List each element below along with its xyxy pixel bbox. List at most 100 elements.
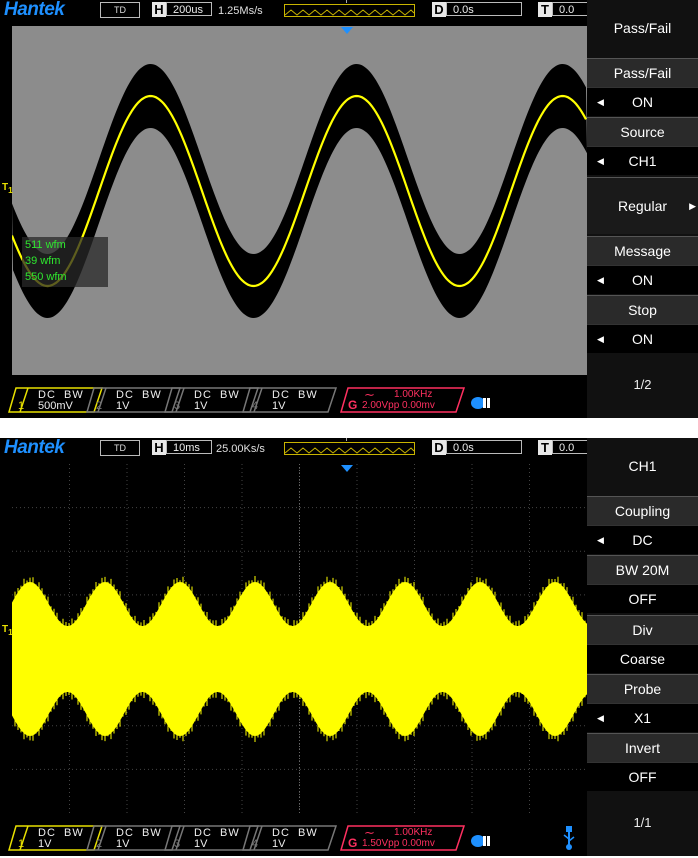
bw-text: BW — [64, 827, 84, 839]
waveform-display — [12, 464, 587, 813]
channel-4-indicator[interactable]: 4 DC BW 1V — [242, 387, 338, 413]
right-arrow-icon: ▶ — [689, 201, 696, 211]
generator-frequency: 1.00KHz — [394, 827, 433, 838]
generator-frequency: 1.00KHz — [394, 389, 433, 400]
channel-number: 3 — [174, 400, 181, 412]
menu-item-stop-value[interactable]: ◀ ON — [587, 324, 698, 353]
channel-4-indicator[interactable]: 4 DC BW 1V — [242, 825, 338, 851]
channel-1-marker[interactable]: T1 — [2, 624, 13, 637]
channel-marker-sub: 1 — [8, 627, 13, 637]
menu-item-regular[interactable]: Regular ▶ — [587, 177, 698, 234]
status-bar: Hantek TD H 200us 1.25Ms/s T D 0.0s T 0.… — [0, 0, 592, 20]
trigger-level-value[interactable]: 0.0 — [552, 2, 592, 16]
menu-value-text: OFF — [628, 769, 657, 785]
counter-pass: 511 wfm — [25, 239, 66, 251]
trigger-level-value[interactable]: 0.0 — [552, 440, 592, 454]
channel-bar: 1 DC BW 500mV 2 DC BW 1V 3 DC BW 1V 4 DC BW 1V G ∼ 1.0… — [0, 383, 587, 418]
trigger-key: T — [538, 2, 552, 17]
channel-1-indicator[interactable]: 1 DC BW 1V — [8, 825, 104, 851]
channel-scale: 1V — [38, 838, 52, 850]
channel-bar: 1 DC BW 1V 2 DC BW 1V 3 DC BW 1V 4 DC BW 1V G ∼ 1.00KH… — [0, 821, 587, 856]
menu-item-bw-value[interactable]: OFF — [587, 584, 698, 613]
channel-3-indicator[interactable]: 3 DC BW 1V — [164, 387, 260, 413]
channel-1-indicator[interactable]: 1 DC BW 500mV — [8, 387, 104, 413]
delay-value[interactable]: 0.0s — [446, 440, 522, 454]
menu-page-indicator[interactable]: 1/2 — [587, 377, 698, 392]
menu-item-probe-label[interactable]: Probe — [587, 674, 698, 703]
channel-marker-sub: 1 — [8, 185, 13, 195]
delay-value[interactable]: 0.0s — [446, 2, 522, 16]
menu-value-text: CH1 — [628, 153, 657, 169]
trigger-top-label: T — [344, 0, 349, 5]
timebase-value[interactable]: 10ms — [166, 440, 212, 454]
menu-value-text: ON — [632, 94, 653, 110]
menu-item-invert-label[interactable]: Invert — [587, 733, 698, 762]
bw-text: BW — [220, 827, 240, 839]
brand-badge-icon — [470, 396, 492, 415]
brand-logo: Hantek — [4, 438, 65, 458]
pass-fail-counters: 511 wfm 39 wfm 550 wfm — [22, 237, 108, 287]
mode-indicator[interactable]: TD — [100, 2, 140, 18]
menu-value-text: Coarse — [619, 651, 666, 667]
mode-indicator[interactable]: TD — [100, 440, 140, 456]
menu-item-invert-value[interactable]: OFF — [587, 762, 698, 791]
memory-waveform-icon — [284, 9, 415, 16]
side-menu: Pass/Fail Pass/Fail ◀ ON Source ◀ CH1 Regu… — [587, 0, 698, 418]
trigger-position-bar[interactable] — [284, 4, 415, 17]
waveform-screen[interactable] — [12, 464, 587, 813]
channel-2-indicator[interactable]: 2 DC BW 1V — [86, 387, 182, 413]
menu-title: CH1 — [628, 458, 657, 474]
channel-2-indicator[interactable]: 2 DC BW 1V — [86, 825, 182, 851]
bw-text: BW — [142, 389, 162, 401]
menu-item-source-value[interactable]: ◀ CH1 — [587, 146, 698, 175]
channel-number: 4 — [252, 838, 259, 850]
trigger-key: T — [538, 440, 552, 455]
bw-text: BW — [298, 827, 318, 839]
status-bar: Hantek TD H 10ms 25.00Ks/s T D 0.0s T 0.… — [0, 438, 592, 458]
menu-title: Pass/Fail — [613, 20, 672, 36]
signal-generator-indicator[interactable]: G ∼ 1.00KHz 1.50Vpp 0.00mv — [340, 825, 466, 851]
menu-item-div-value[interactable]: Coarse — [587, 644, 698, 673]
generator-key: G — [348, 836, 358, 850]
channel-scale: 1V — [194, 400, 208, 412]
bw-text: BW — [142, 827, 162, 839]
menu-page-indicator[interactable]: 1/1 — [587, 815, 698, 830]
memory-waveform-icon — [284, 447, 415, 454]
channel-number: 1 — [18, 838, 25, 850]
counter-total: 550 wfm — [25, 271, 67, 283]
menu-item-stop-label[interactable]: Stop — [587, 295, 698, 324]
channel-1-marker[interactable]: T1 — [2, 182, 13, 195]
channel-number: 2 — [96, 400, 103, 412]
sample-rate: 25.00Ks/s — [216, 443, 265, 455]
menu-item-message-label[interactable]: Message — [587, 236, 698, 265]
timebase-key: H — [152, 2, 166, 17]
menu-item-message-value[interactable]: ◀ ON — [587, 265, 698, 294]
channel-number: 2 — [96, 838, 103, 850]
timebase-value[interactable]: 200us — [166, 2, 212, 16]
brand-logo: Hantek — [4, 0, 65, 20]
menu-item-probe-value[interactable]: ◀ X1 — [587, 703, 698, 732]
generator-amplitude: 1.50Vpp 0.00mv — [362, 838, 435, 849]
menu-item-pass-fail-label[interactable]: Pass/Fail — [587, 58, 698, 87]
trigger-position-marker[interactable] — [341, 27, 353, 34]
menu-item-pass-fail-value[interactable]: ◀ ON — [587, 87, 698, 116]
left-arrow-icon: ◀ — [597, 97, 604, 107]
menu-item-coupling-value[interactable]: ◀ DC — [587, 525, 698, 554]
menu-item-div-label[interactable]: Div — [587, 615, 698, 644]
generator-key: G — [348, 398, 358, 412]
trigger-position-bar[interactable] — [284, 442, 415, 455]
channel-scale: 1V — [116, 400, 130, 412]
left-arrow-icon: ◀ — [597, 156, 604, 166]
menu-item-bw-label[interactable]: BW 20M — [587, 555, 698, 584]
side-menu: CH1 Coupling ◀ DC BW 20M OFF Div Coarse P… — [587, 438, 698, 856]
menu-value-text: DC — [632, 532, 653, 548]
left-arrow-icon: ◀ — [597, 334, 604, 344]
menu-item-source-label[interactable]: Source — [587, 117, 698, 146]
channel-3-indicator[interactable]: 3 DC BW 1V — [164, 825, 260, 851]
menu-item-coupling-label[interactable]: Coupling — [587, 496, 698, 525]
waveform-screen[interactable] — [12, 26, 587, 375]
channel-scale: 1V — [116, 838, 130, 850]
trigger-position-marker[interactable] — [341, 465, 353, 472]
left-arrow-icon: ◀ — [597, 713, 604, 723]
signal-generator-indicator[interactable]: G ∼ 1.00KHz 2.00Vpp 0.00mv — [340, 387, 466, 413]
